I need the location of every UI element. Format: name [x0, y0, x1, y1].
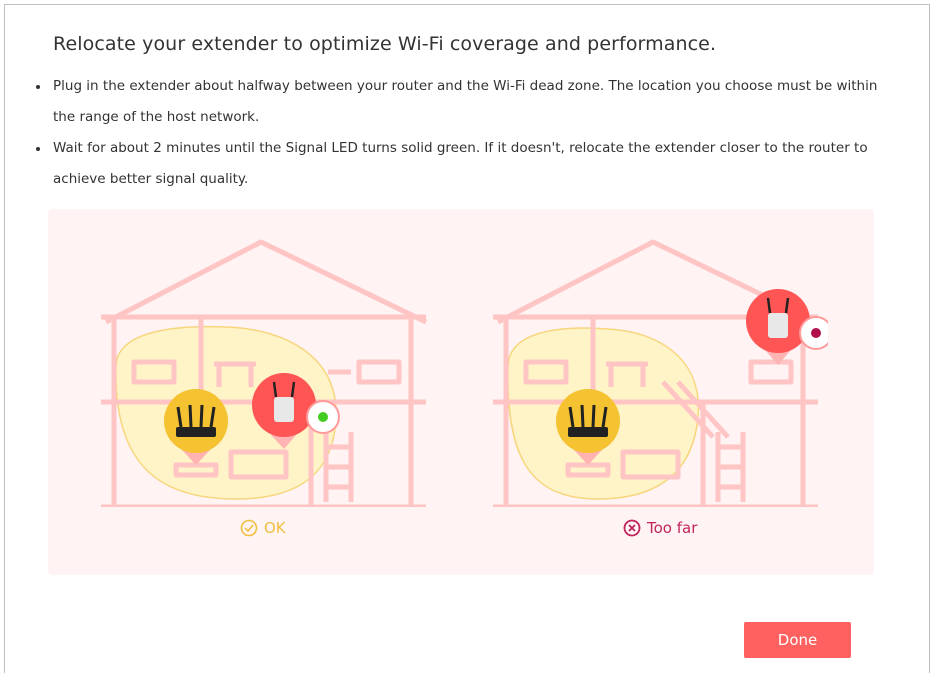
caption-too-far: Too far: [623, 519, 697, 537]
instruction-list: Plug in the extender about halfway betwe…: [31, 71, 891, 195]
extender-icon: [746, 289, 828, 365]
instruction-item: Plug in the extender about halfway betwe…: [31, 71, 891, 133]
done-button[interactable]: Done: [744, 622, 851, 658]
caption-too-far-label: Too far: [647, 519, 698, 537]
caption-ok: OK: [240, 519, 286, 537]
instruction-item: Wait for about 2 minutes until the Signa…: [31, 133, 891, 195]
caption-ok-label: OK: [264, 519, 286, 537]
check-circle-icon: [240, 519, 258, 537]
placement-illustration: OK Too far: [48, 209, 874, 575]
house-ok-illustration: [96, 237, 436, 507]
house-too-far-illustration: [488, 237, 828, 507]
x-circle-icon: [623, 519, 641, 537]
dialog-title: Relocate your extender to optimize Wi-Fi…: [53, 33, 717, 55]
